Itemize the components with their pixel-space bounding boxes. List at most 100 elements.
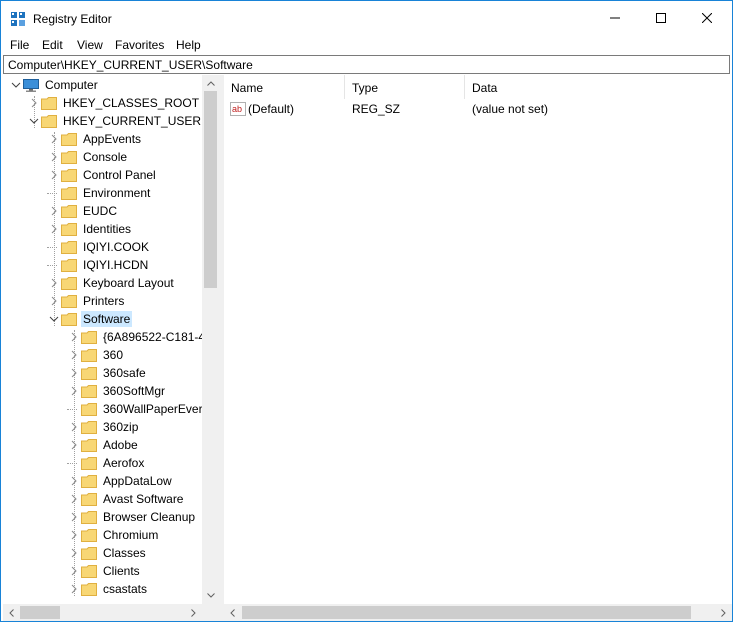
- minimize-icon: [610, 17, 620, 19]
- value-row[interactable]: ab (Default) REG_SZ (value not set): [224, 99, 732, 119]
- tree-node-label: 360: [103, 348, 124, 362]
- tree-scroll-right-button[interactable]: [185, 604, 202, 621]
- list-horizontal-scroll-thumb[interactable]: [242, 606, 691, 619]
- value-type: REG_SZ: [352, 102, 401, 116]
- chevron-right-icon[interactable]: [49, 278, 59, 288]
- tree-node[interactable]: Identities: [49, 220, 133, 238]
- menu-favorites[interactable]: Favorites: [115, 38, 164, 52]
- tree-node[interactable]: 360zip: [69, 418, 140, 436]
- tree-vertical-scroll-thumb[interactable]: [204, 91, 217, 288]
- chevron-right-icon[interactable]: [69, 548, 79, 558]
- list-scroll-right-button[interactable]: [715, 604, 732, 621]
- menu-file[interactable]: File: [10, 38, 29, 52]
- folder-icon: [61, 150, 77, 164]
- chevron-right-icon[interactable]: [69, 386, 79, 396]
- tree-node[interactable]: Control Panel: [49, 166, 158, 184]
- tree-node-label: IQIYI.COOK: [83, 240, 150, 254]
- chevron-right-icon[interactable]: [49, 206, 59, 216]
- tree-node[interactable]: Avast Software: [69, 490, 185, 508]
- menu-view[interactable]: View: [77, 38, 103, 52]
- chevron-right-icon[interactable]: [69, 332, 79, 342]
- tree-spacer: [49, 242, 59, 252]
- minimize-button[interactable]: [592, 1, 638, 35]
- tree-node[interactable]: HKEY_CLASSES_ROOT: [29, 94, 201, 112]
- folder-icon: [61, 258, 77, 272]
- tree-node[interactable]: Adobe: [69, 436, 140, 454]
- maximize-button[interactable]: [638, 1, 684, 35]
- chevron-right-icon[interactable]: [49, 296, 59, 306]
- tree-node[interactable]: Keyboard Layout: [49, 274, 176, 292]
- title-bar[interactable]: Registry Editor: [1, 1, 732, 35]
- chevron-right-icon[interactable]: [69, 512, 79, 522]
- menu-edit[interactable]: Edit: [42, 38, 63, 52]
- chevron-right-icon[interactable]: [69, 530, 79, 540]
- chevron-right-icon[interactable]: [69, 584, 79, 594]
- tree-spacer: [69, 404, 79, 414]
- tree-node[interactable]: IQIYI.COOK: [49, 238, 151, 256]
- tree-node[interactable]: Browser Cleanup: [69, 508, 197, 526]
- tree-node[interactable]: {6A896522-C181-4: [69, 328, 207, 346]
- tree-node[interactable]: Printers: [49, 292, 126, 310]
- menu-help[interactable]: Help: [176, 38, 201, 52]
- chevron-right-icon[interactable]: [69, 350, 79, 360]
- tree-node[interactable]: 360safe: [69, 364, 148, 382]
- tree-node[interactable]: AppEvents: [49, 130, 143, 148]
- folder-icon: [61, 294, 77, 308]
- tree-node-label: {6A896522-C181-4: [103, 330, 206, 344]
- tree-node[interactable]: Console: [49, 148, 129, 166]
- column-header-type[interactable]: Type: [345, 75, 465, 99]
- chevron-down-icon[interactable]: [29, 116, 39, 126]
- tree-node[interactable]: Computer: [11, 76, 100, 94]
- tree-node[interactable]: Aerofox: [69, 454, 146, 472]
- tree-node-label: 360safe: [103, 366, 146, 380]
- tree-node[interactable]: Clients: [69, 562, 142, 580]
- tree-node[interactable]: 360WallPaperEver: [69, 400, 205, 418]
- column-header-name[interactable]: Name: [224, 75, 345, 99]
- scroll-up-button[interactable]: [202, 75, 219, 92]
- folder-icon: [81, 564, 97, 578]
- chevron-right-icon[interactable]: [49, 170, 59, 180]
- tree-node[interactable]: AppDataLow: [69, 472, 174, 490]
- values-list-pane[interactable]: Name Type Data ab (Default) REG_SZ (valu…: [224, 75, 732, 621]
- tree-node[interactable]: Classes: [69, 544, 148, 562]
- close-button[interactable]: [684, 1, 730, 35]
- chevron-right-icon[interactable]: [49, 224, 59, 234]
- chevron-right-icon[interactable]: [49, 134, 59, 144]
- folder-icon: [81, 456, 97, 470]
- key-tree-pane[interactable]: Computer HKEY_CLASSES_ROOT HKEY_CURRENT_US…: [3, 75, 219, 621]
- tree-node[interactable]: Environment: [49, 184, 152, 202]
- tree-node-label: IQIYI.HCDN: [83, 258, 149, 272]
- folder-icon: [81, 546, 97, 560]
- chevron-right-icon[interactable]: [69, 494, 79, 504]
- column-header-data[interactable]: Data: [465, 75, 732, 99]
- tree-node[interactable]: Software: [49, 310, 133, 328]
- tree-horizontal-scrollbar[interactable]: [3, 604, 219, 621]
- folder-icon: [81, 330, 97, 344]
- scroll-down-button[interactable]: [202, 587, 219, 604]
- tree-node[interactable]: EUDC: [49, 202, 119, 220]
- tree-node-label: Adobe: [103, 438, 138, 452]
- chevron-right-icon[interactable]: [69, 566, 79, 576]
- chevron-right-icon[interactable]: [29, 98, 39, 108]
- tree-vertical-scrollbar[interactable]: [202, 75, 219, 604]
- chevron-right-icon[interactable]: [69, 422, 79, 432]
- list-horizontal-scrollbar[interactable]: [224, 604, 732, 621]
- address-bar[interactable]: Computer\HKEY_CURRENT_USER\Software: [3, 55, 730, 74]
- chevron-right-icon[interactable]: [49, 152, 59, 162]
- address-path: Computer\HKEY_CURRENT_USER\Software: [8, 58, 253, 72]
- tree-node[interactable]: IQIYI.HCDN: [49, 256, 150, 274]
- tree-node[interactable]: Chromium: [69, 526, 160, 544]
- tree-horizontal-scroll-thumb[interactable]: [20, 606, 60, 619]
- chevron-right-icon[interactable]: [69, 368, 79, 378]
- tree-node[interactable]: csastats: [69, 580, 149, 598]
- chevron-right-icon[interactable]: [69, 476, 79, 486]
- list-scroll-left-button[interactable]: [224, 604, 241, 621]
- tree-node[interactable]: 360SoftMgr: [69, 382, 167, 400]
- tree-node[interactable]: HKEY_CURRENT_USER: [29, 112, 203, 130]
- tree-node[interactable]: 360: [69, 346, 125, 364]
- chevron-down-icon[interactable]: [11, 80, 21, 90]
- tree-scroll-left-button[interactable]: [3, 604, 20, 621]
- chevron-right-icon[interactable]: [69, 440, 79, 450]
- chevron-down-icon[interactable]: [49, 314, 59, 324]
- chevron-left-icon: [9, 608, 14, 617]
